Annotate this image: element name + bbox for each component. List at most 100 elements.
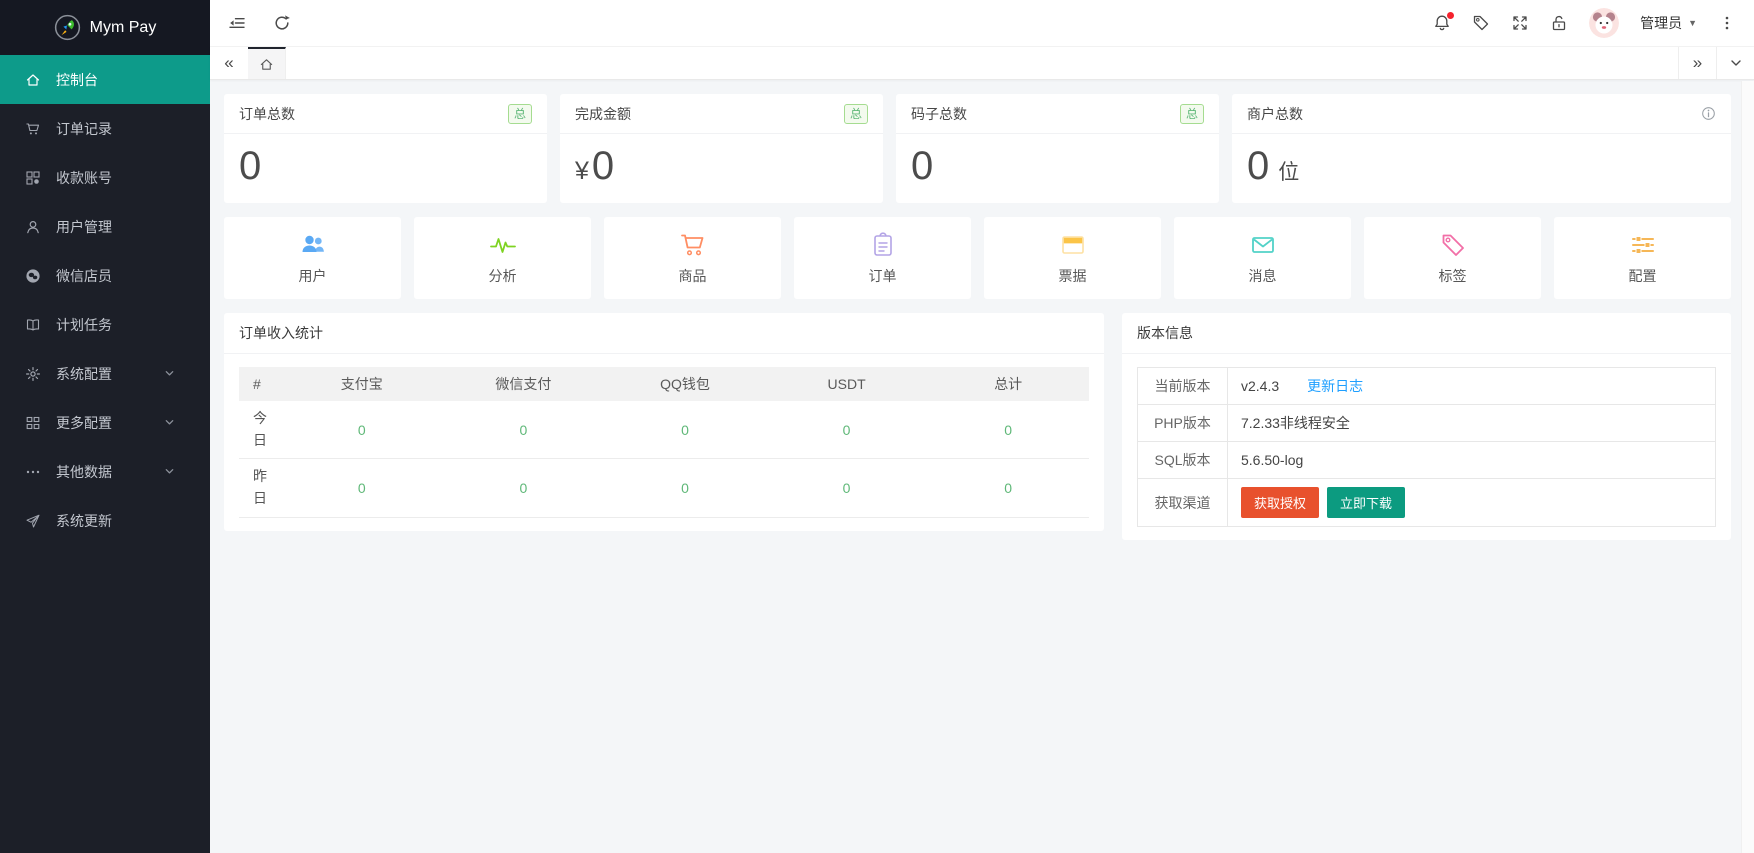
sidebar-item-label: 计划任务: [56, 315, 112, 335]
cart-icon: [25, 121, 41, 137]
download-now-button[interactable]: 立即下载: [1327, 487, 1405, 518]
stat-card-codes-total: 码子总数 总 0: [896, 94, 1219, 203]
stat-label: 完成金额: [575, 104, 631, 124]
users-icon: [299, 231, 327, 259]
table-header-row: #支付宝微信支付QQ钱包USDT总计: [239, 367, 1089, 401]
shortcut-label: 消息: [1249, 266, 1277, 286]
sidebar-item-console[interactable]: 控制台: [0, 55, 210, 104]
refresh-icon[interactable]: [273, 14, 291, 32]
bell-icon[interactable]: [1433, 14, 1451, 32]
info-icon[interactable]: [1701, 106, 1716, 121]
shortcut-messages[interactable]: 消息: [1174, 217, 1351, 299]
total-badge[interactable]: 总: [1180, 104, 1204, 124]
sidebar-item-label: 系统配置: [56, 364, 112, 384]
version-row-value: 5.6.50-log: [1228, 442, 1716, 479]
avatar[interactable]: [1589, 8, 1619, 38]
column-header: #: [239, 367, 281, 401]
shortcut-label: 票据: [1059, 266, 1087, 286]
ellipsis-icon: [25, 464, 41, 480]
income-panel-title: 订单收入统计: [224, 313, 1104, 354]
shortcut-tickets[interactable]: 票据: [984, 217, 1161, 299]
sidebar-item-system-config[interactable]: 系统配置: [0, 349, 210, 398]
send-icon: [25, 513, 41, 529]
menu-fold-icon[interactable]: [228, 14, 246, 32]
stat-label: 码子总数: [911, 104, 967, 124]
panels-row: 订单收入统计 #支付宝微信支付QQ钱包USDT总计今日00000昨日00000 …: [224, 313, 1731, 540]
version-panel-body: 当前版本v2.4.3更新日志PHP版本7.2.33非线程安全SQL版本5.6.5…: [1122, 354, 1731, 540]
income-value: 0: [604, 401, 766, 459]
sidebar-item-wechat-staff[interactable]: 微信店员: [0, 251, 210, 300]
get-license-button[interactable]: 获取授权: [1241, 487, 1319, 518]
app-title: Mym Pay: [90, 19, 157, 37]
changelog-link[interactable]: 更新日志: [1307, 378, 1363, 394]
total-badge[interactable]: 总: [508, 104, 532, 124]
income-value: 0: [927, 401, 1089, 459]
tab-home[interactable]: [248, 47, 286, 79]
tabs-more-icon[interactable]: [1716, 47, 1754, 79]
stat-number: 0: [239, 144, 261, 188]
sidebar-item-user-management[interactable]: 用户管理: [0, 202, 210, 251]
shortcut-users[interactable]: 用户: [224, 217, 401, 299]
stat-card-header: 完成金额 总: [560, 94, 883, 134]
column-header: USDT: [766, 367, 928, 401]
sidebar-item-more-config[interactable]: 更多配置: [0, 398, 210, 447]
shortcut-analysis[interactable]: 分析: [414, 217, 591, 299]
tabs-scroll-right-icon[interactable]: »: [1678, 47, 1716, 79]
total-badge[interactable]: 总: [844, 104, 868, 124]
shortcut-settings[interactable]: 配置: [1554, 217, 1731, 299]
kebab-menu-icon[interactable]: [1718, 14, 1736, 32]
wechat-icon: [25, 268, 41, 284]
version-panel: 版本信息 当前版本v2.4.3更新日志PHP版本7.2.33非线程安全SQL版本…: [1122, 313, 1731, 540]
sidebar-item-scheduled-tasks[interactable]: 计划任务: [0, 300, 210, 349]
sidebar-item-system-update[interactable]: 系统更新: [0, 496, 210, 545]
sidebar-item-label: 用户管理: [56, 217, 112, 237]
tabs-scroll-left-icon[interactable]: «: [210, 47, 248, 79]
currency-symbol: ¥: [575, 157, 589, 185]
shortcut-label: 用户: [299, 266, 327, 286]
shortcut-label: 分析: [489, 266, 517, 286]
rocket-logo-icon: [54, 14, 81, 41]
sidebar-item-order-records[interactable]: 订单记录: [0, 104, 210, 153]
income-value: 0: [927, 459, 1089, 517]
dashboard-content: 订单总数总0完成金额总¥0码子总数总0商户总数0位 用户分析商品订单票据消息标签…: [210, 80, 1754, 853]
sidebar-item-other-data[interactable]: 其他数据: [0, 447, 210, 496]
scrollbar[interactable]: [1741, 81, 1754, 853]
shop-cart-icon: [679, 231, 707, 259]
shortcut-tags[interactable]: 标签: [1364, 217, 1541, 299]
stat-card-orders-total: 订单总数 总 0: [224, 94, 547, 203]
shortcut-goods[interactable]: 商品: [604, 217, 781, 299]
stat-label: 商户总数: [1247, 104, 1303, 124]
version-row-label: 获取渠道: [1138, 479, 1228, 527]
income-value: 0: [766, 401, 928, 459]
user-name: 管理员: [1640, 13, 1682, 33]
income-panel-body: #支付宝微信支付QQ钱包USDT总计今日00000昨日00000: [224, 354, 1104, 531]
sidebar-item-label: 更多配置: [56, 413, 112, 433]
income-value: 0: [443, 401, 605, 459]
version-row-label: PHP版本: [1138, 405, 1228, 442]
row-label: 昨日: [239, 459, 281, 517]
accounts-icon: [25, 170, 41, 186]
logo[interactable]: Mym Pay: [0, 0, 210, 55]
shortcut-orders[interactable]: 订单: [794, 217, 971, 299]
stat-label: 订单总数: [239, 104, 295, 124]
sliders-icon: [1629, 231, 1657, 259]
version-row-php-version: PHP版本7.2.33非线程安全: [1138, 405, 1716, 442]
sidebar-item-payment-accounts[interactable]: 收款账号: [0, 153, 210, 202]
version-row-value: 获取授权立即下载: [1228, 479, 1716, 527]
stat-card-header: 商户总数: [1232, 94, 1731, 134]
apps-icon: [25, 415, 41, 431]
fullscreen-icon[interactable]: [1511, 14, 1529, 32]
income-value: 0: [281, 459, 443, 517]
stat-card-merchants-total: 商户总数0位: [1232, 94, 1731, 203]
stat-number: 0: [1247, 144, 1269, 188]
stat-number: 0: [911, 144, 933, 188]
income-value: 0: [766, 459, 928, 517]
version-value: v2.4.3: [1241, 378, 1279, 394]
gear-icon: [25, 366, 41, 382]
sidebar-menu: 控制台订单记录收款账号用户管理微信店员计划任务系统配置更多配置其他数据系统更新: [0, 55, 210, 545]
tag-icon[interactable]: [1472, 14, 1490, 32]
income-panel: 订单收入统计 #支付宝微信支付QQ钱包USDT总计今日00000昨日00000: [224, 313, 1104, 531]
shortcut-label: 配置: [1629, 266, 1657, 286]
unlock-icon[interactable]: [1550, 14, 1568, 32]
user-menu[interactable]: 管理员 ▼: [1640, 13, 1697, 33]
